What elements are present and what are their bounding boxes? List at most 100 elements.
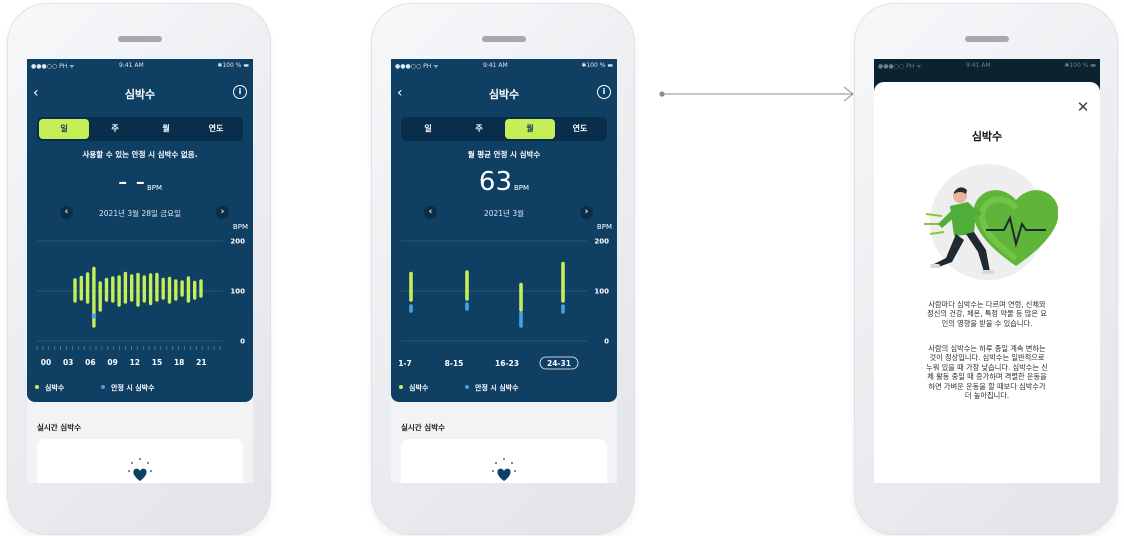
y-tick-label: 0 xyxy=(240,338,245,346)
resting-hr-number: 63 xyxy=(478,167,512,197)
heart-rate-panel: ●●●○○ PH ᯤ 9:41 AM ✱100 % ▬ ‹ 심박수 i 일 주 … xyxy=(391,59,617,402)
y-tick-label: 100 xyxy=(594,288,609,296)
date-navigator: ‹ 2021년 3월 › xyxy=(391,206,617,220)
legend-dot-blue xyxy=(465,385,469,389)
y-tick-label: 200 xyxy=(230,238,245,246)
page-title: 심박수 xyxy=(124,88,156,101)
live-heart-rate-title: 실시간 심박수 xyxy=(37,423,82,432)
y-tick-label: 200 xyxy=(594,238,609,246)
live-heart-rate-card[interactable] xyxy=(37,439,243,483)
carrier-signal: ●●●○○ PH ᯤ xyxy=(878,63,922,70)
text-line: 체 활동 중일 때 증가하며 격렬한 운동을 xyxy=(927,372,1047,382)
chart-legend: 심박수 안정 시 심박수 xyxy=(399,383,609,393)
close-icon[interactable]: ✕ xyxy=(1076,100,1090,115)
resting-hr-caption: 월 평균 안정 시 심박수 xyxy=(467,150,541,159)
resting-hr-number: - - xyxy=(117,167,145,197)
legend-label: 심박수 xyxy=(45,384,65,392)
phone-day-view: ●●●○○ PH ᯤ 9:41 AM ✱100 % ▬ ‹ 심박수 i 일 주 … xyxy=(7,3,271,535)
carrier-signal: ●●●○○ PH ᯤ xyxy=(31,63,75,70)
nav-bar: ‹ 심박수 i xyxy=(27,83,253,103)
x-tick-label: 8-15 xyxy=(445,359,464,368)
y-tick-label: 0 xyxy=(604,338,609,346)
period-tabs: 일 주 월 연도 xyxy=(401,117,607,141)
info-icon[interactable]: i xyxy=(597,85,611,99)
text-line: 것이 정상입니다. 심박수는 일반적으로 xyxy=(929,353,1045,363)
tab-month[interactable]: 월 xyxy=(505,119,555,139)
text-line: 인의 영향을 받을 수 있습니다. xyxy=(941,318,1033,328)
y-tick-label: 100 xyxy=(230,288,245,296)
legend-dot-green xyxy=(35,385,39,389)
tab-year[interactable]: 연도 xyxy=(191,119,241,139)
phone-speaker xyxy=(118,36,162,42)
legend-resting: 안정 시 심박수 xyxy=(465,383,519,393)
screen: ●●●○○ PH ᯤ 9:41 AM ✱100 % ▬ ‹ 심박수 i 일 주 … xyxy=(27,59,253,483)
text-line: 더 높아집니다. xyxy=(964,391,1010,401)
status-bar: ●●●○○ PH ᯤ 9:41 AM ✱100 % ▬ xyxy=(874,59,1100,71)
nav-bar: ‹ 심박수 i xyxy=(391,83,617,103)
status-bar: ●●●○○ PH ᯤ 9:41 AM ✱100 % ▬ xyxy=(27,59,253,71)
x-tick-label: 1-7 xyxy=(398,359,412,368)
tab-week[interactable]: 주 xyxy=(454,119,504,139)
resting-hr-value: - - BPM xyxy=(27,167,253,197)
y-axis-unit: BPM xyxy=(597,223,612,231)
sheet-title: 심박수 xyxy=(971,130,1003,143)
live-heart-rate-title: 실시간 심박수 xyxy=(401,423,446,432)
x-tick-label: 16-23 xyxy=(495,359,519,368)
x-tick-label: 03 xyxy=(63,358,73,367)
month-heart-rate-chart: BPM 200 100 0 1-7 8-15 16-23 24-31 xyxy=(398,223,612,370)
flow-arrow xyxy=(659,86,854,102)
tab-day[interactable]: 일 xyxy=(403,119,453,139)
x-tick-label: 18 xyxy=(174,358,184,367)
resting-hr-caption: 사용할 수 있는 안정 시 심박수 없음. xyxy=(82,150,198,159)
resting-hr-unit: BPM xyxy=(514,184,530,192)
date-label: 2021년 3월 28일 금요일 xyxy=(99,209,181,218)
runner-heart-illustration xyxy=(924,164,1058,280)
legend-resting: 안정 시 심박수 xyxy=(101,383,155,393)
legend-dot-green xyxy=(399,385,403,389)
text-line: 사람의 심박수는 하루 종일 계속 변하는 xyxy=(928,344,1046,353)
tab-day[interactable]: 일 xyxy=(39,119,89,139)
x-tick-label: 15 xyxy=(152,358,162,367)
phone-info-sheet: ●●●○○ PH ᯤ 9:41 AM ✱100 % ▬ ✕ 심박수 사람마다 심… xyxy=(854,3,1118,535)
tab-year[interactable]: 연도 xyxy=(555,119,605,139)
resting-hr-unit: BPM xyxy=(146,184,163,192)
heart-pulse-icon xyxy=(128,458,152,481)
phone-speaker xyxy=(482,36,526,42)
x-tick-label: 09 xyxy=(107,358,117,367)
legend-label: 안정 시 심박수 xyxy=(111,384,155,392)
legend-heart-rate: 심박수 xyxy=(399,383,428,393)
text-line: 하면 가벼운 운동을 할 때보다 심박수가 xyxy=(928,381,1046,391)
y-axis-unit: BPM xyxy=(233,223,248,231)
next-date-icon[interactable]: › xyxy=(580,206,593,219)
info-paragraph-2: 사람의 심박수는 하루 종일 계속 변하는 것이 정상입니다. 심박수는 일반적… xyxy=(894,344,1080,400)
back-arrow-icon[interactable]: ‹ xyxy=(33,86,47,100)
status-time: 9:41 AM xyxy=(119,62,144,69)
x-tick-label: 06 xyxy=(85,358,95,367)
page-title: 심박수 xyxy=(488,88,520,101)
x-tick-label: 24-31 xyxy=(547,359,571,368)
battery-indicator: ✱100 % ▬ xyxy=(217,62,249,69)
next-date-icon[interactable]: › xyxy=(216,206,229,219)
screen: ●●●○○ PH ᯤ 9:41 AM ✱100 % ▬ ✕ 심박수 사람마다 심… xyxy=(874,59,1100,483)
day-heart-rate-chart: BPM200100000 03 06 09 12 15 18 21 xyxy=(36,223,248,367)
heart-rate-panel: ●●●○○ PH ᯤ 9:41 AM ✱100 % ▬ ‹ 심박수 i 일 주 … xyxy=(27,59,253,402)
resting-hr-value: 63 BPM xyxy=(391,167,617,197)
live-heart-rate-card[interactable] xyxy=(401,439,607,483)
back-arrow-icon[interactable]: ‹ xyxy=(397,86,411,100)
phone-month-view: ●●●○○ PH ᯤ 9:41 AM ✱100 % ▬ ‹ 심박수 i 일 주 … xyxy=(371,3,635,535)
legend-label: 심박수 xyxy=(409,384,429,392)
status-time: 9:41 AM xyxy=(483,62,508,69)
carrier-signal: ●●●○○ PH ᯤ xyxy=(395,63,439,70)
legend-dot-blue xyxy=(101,385,105,389)
legend-heart-rate: 심박수 xyxy=(35,383,64,393)
info-paragraph-1: 사람마다 심박수는 다르며 연령, 신체와 정신의 건강, 체온, 특정 약물 … xyxy=(894,300,1080,328)
info-icon[interactable]: i xyxy=(233,85,247,99)
info-sheet: ✕ 심박수 사람마다 심박수는 다르며 연령, 신체와 정신의 건강, 체온, … xyxy=(874,82,1100,483)
phone-speaker xyxy=(965,36,1009,42)
tab-month[interactable]: 월 xyxy=(141,119,191,139)
screen: ●●●○○ PH ᯤ 9:41 AM ✱100 % ▬ ‹ 심박수 i 일 주 … xyxy=(391,59,617,483)
text-line: 정신의 건강, 체온, 특정 약물 등 많은 요 xyxy=(927,309,1047,319)
tab-week[interactable]: 주 xyxy=(90,119,140,139)
date-navigator: ‹ 2021년 3월 28일 금요일 › xyxy=(27,206,253,220)
heart-pulse-icon xyxy=(492,458,516,481)
